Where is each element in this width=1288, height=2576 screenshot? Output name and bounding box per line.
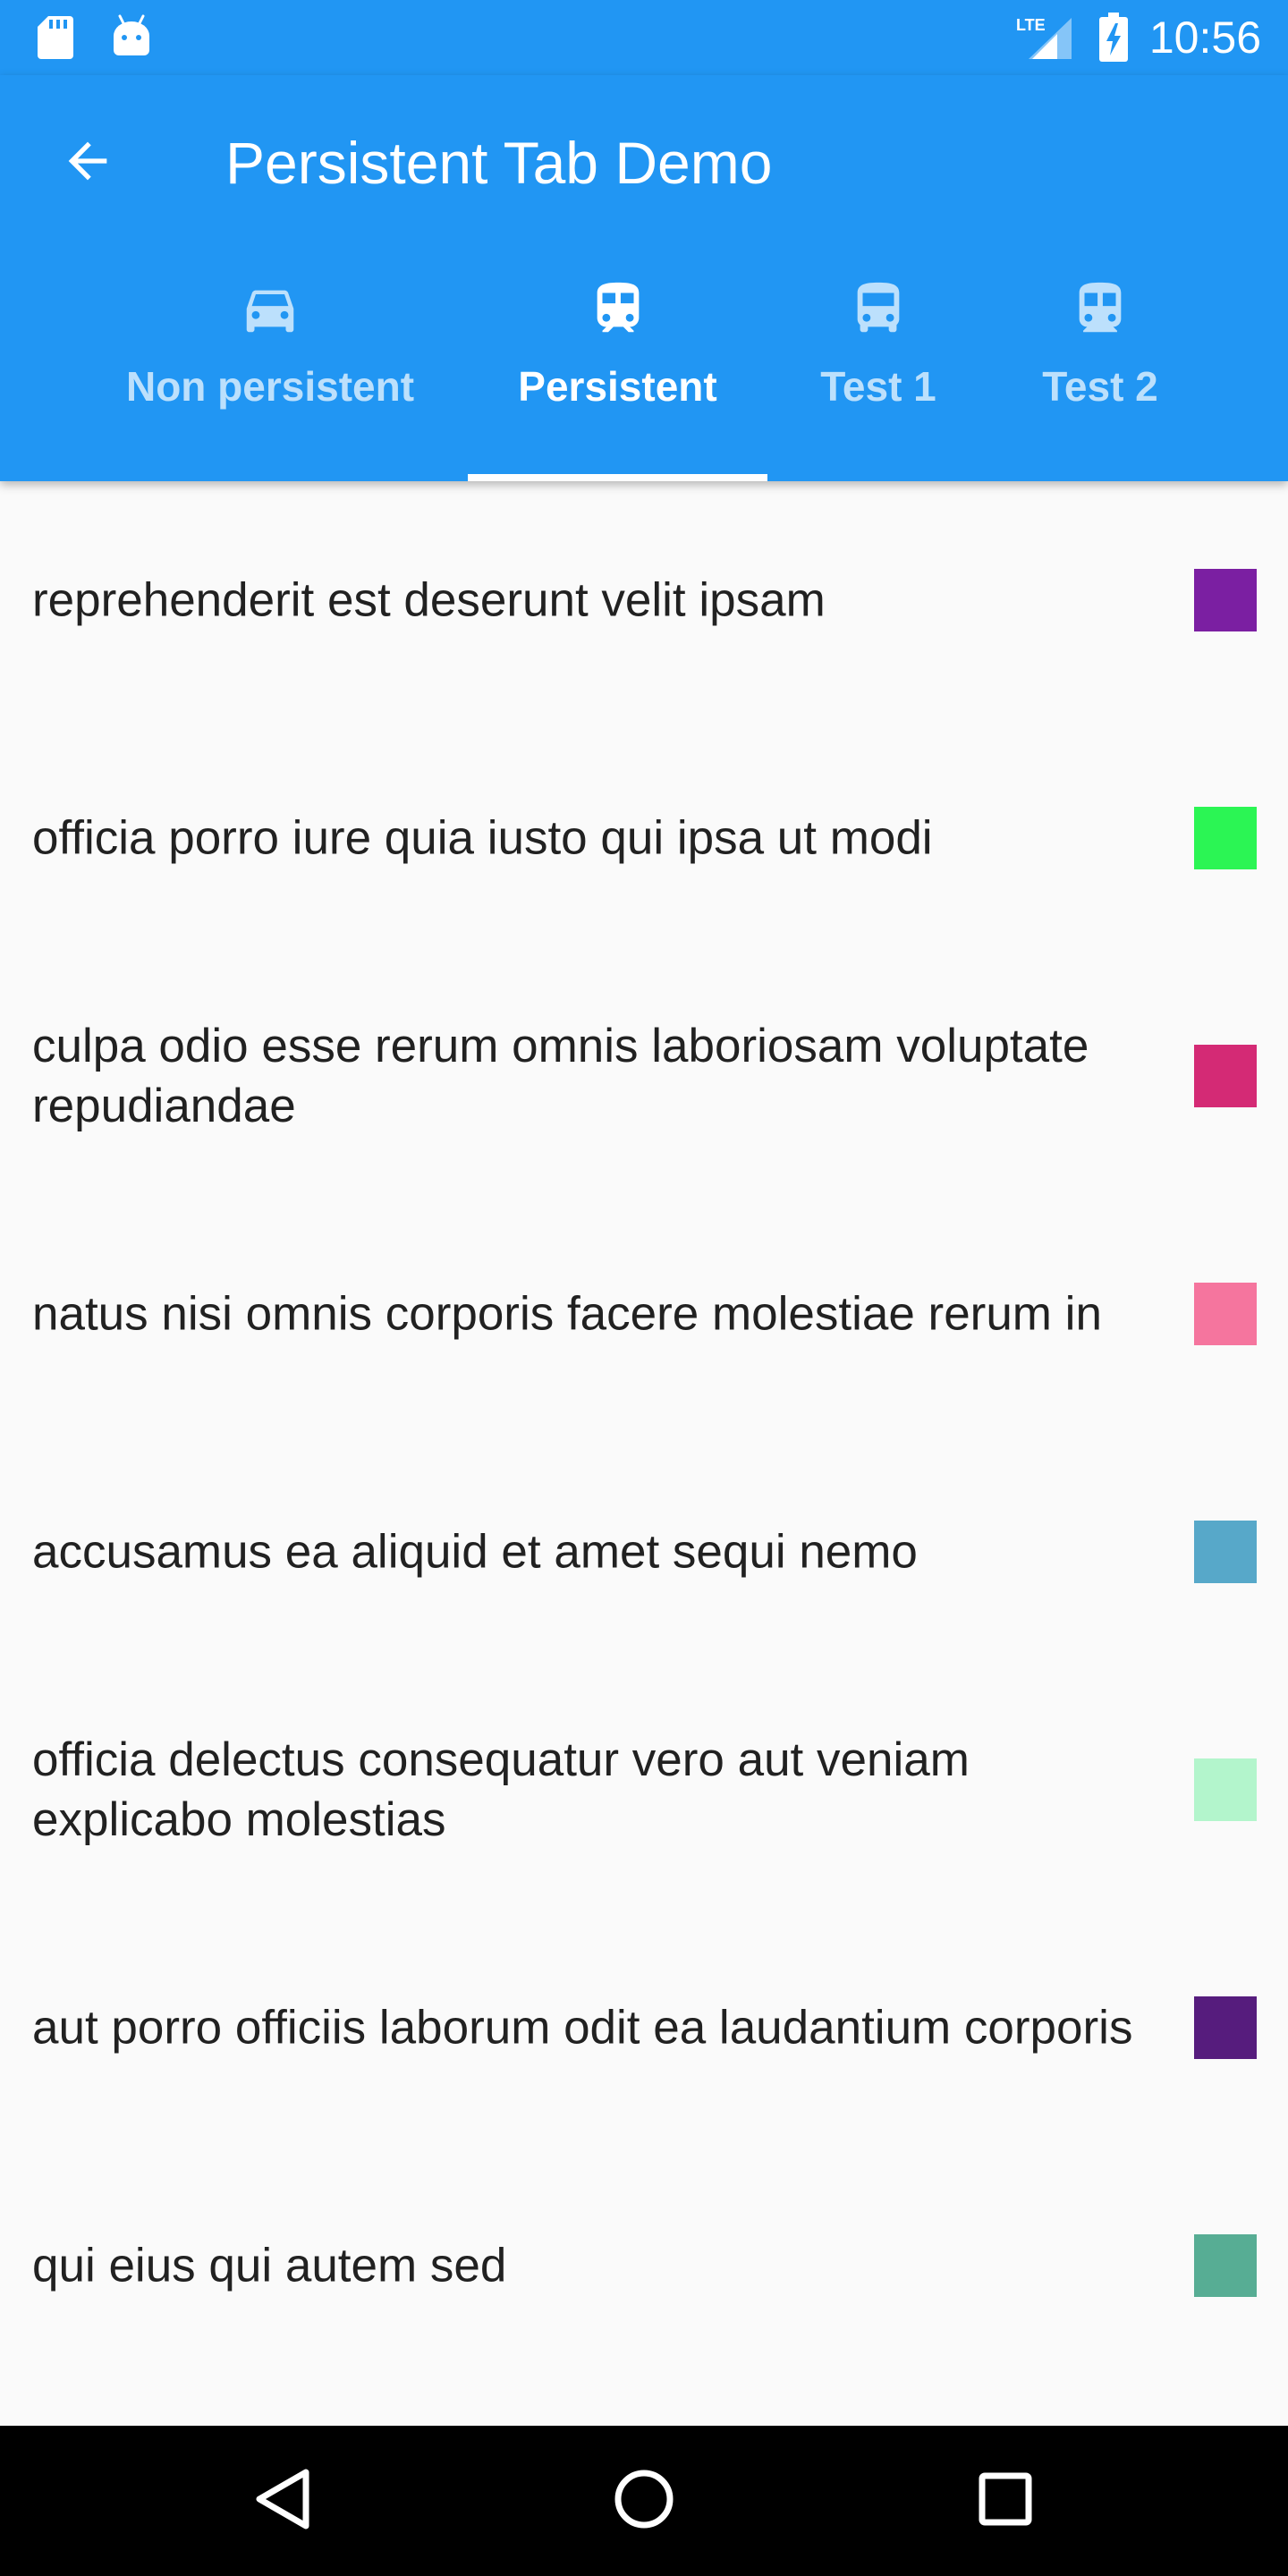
color-swatch	[1194, 1758, 1257, 1821]
battery-charging-icon	[1098, 13, 1129, 67]
svg-text:LTE: LTE	[1016, 16, 1046, 34]
list-item-text: culpa odio esse rerum omnis laboriosam v…	[32, 1020, 1089, 1132]
home-circle-icon	[613, 2468, 675, 2535]
tab-label: Test 2	[1042, 363, 1158, 410]
lte-signal-icon: LTE	[1014, 14, 1073, 65]
list-item[interactable]: accusamus ea aliquid et amet sequi nemo	[0, 1433, 1288, 1671]
app-bar: Persistent Tab Demo Non persistent Persi…	[0, 75, 1288, 481]
navigation-bar	[0, 2426, 1288, 2576]
list-item[interactable]: culpa odio esse rerum omnis laboriosam v…	[0, 957, 1288, 1195]
tab-label: Non persistent	[125, 363, 415, 410]
subway-icon	[1069, 277, 1131, 340]
color-swatch	[1194, 1996, 1257, 2059]
recents-square-icon	[978, 2471, 1033, 2531]
car-icon	[239, 277, 301, 340]
color-swatch	[1194, 569, 1257, 631]
train-icon	[587, 277, 649, 340]
list-item-text: reprehenderit est deserunt velit ipsam	[32, 573, 826, 627]
tab-label: Persistent	[518, 363, 717, 410]
color-swatch	[1194, 807, 1257, 869]
tram-icon	[847, 277, 910, 340]
list-item-text: officia delectus consequatur vero aut ve…	[32, 1733, 970, 1846]
tab-persistent[interactable]: Persistent	[468, 218, 767, 481]
tab-non-persistent[interactable]: Non persistent	[111, 218, 429, 481]
nav-recents-button[interactable]	[930, 2426, 1080, 2576]
screen: LTE 10:56 Persistent Tab Demo Non persis…	[0, 0, 1288, 2576]
tab-indicator	[468, 474, 767, 481]
page-title: Persistent Tab Demo	[225, 130, 773, 196]
list-item[interactable]: aut porro officiis laborum odit ea lauda…	[0, 1909, 1288, 2147]
status-time: 10:56	[1148, 13, 1261, 63]
list-item[interactable]: natus nisi omnis corporis facere molesti…	[0, 1195, 1288, 1433]
sd-card-icon	[36, 14, 75, 65]
back-triangle-icon	[254, 2468, 311, 2535]
item-list[interactable]: reprehenderit est deserunt velit ipsam o…	[0, 481, 1288, 2426]
list-item[interactable]: officia delectus consequatur vero aut ve…	[0, 1671, 1288, 1909]
tab-label: Test 1	[820, 363, 936, 410]
list-item-text: accusamus ea aliquid et amet sequi nemo	[32, 1525, 918, 1579]
list-item-text: aut porro officiis laborum odit ea lauda…	[32, 2001, 1133, 2055]
color-swatch	[1194, 2234, 1257, 2297]
android-icon	[111, 13, 152, 62]
nav-back-button[interactable]	[208, 2426, 358, 2576]
tab-test-2[interactable]: Test 2	[1011, 218, 1190, 481]
color-swatch	[1194, 1521, 1257, 1583]
arrow-back-icon	[59, 132, 116, 194]
status-bar: LTE 10:56	[0, 0, 1288, 75]
nav-home-button[interactable]	[569, 2426, 719, 2576]
color-swatch	[1194, 1045, 1257, 1107]
back-button[interactable]	[45, 120, 131, 206]
list-item[interactable]: reprehenderit est deserunt velit ipsam	[0, 481, 1288, 719]
list-item-text: natus nisi omnis corporis facere molesti…	[32, 1287, 1102, 1341]
color-swatch	[1194, 1283, 1257, 1345]
list-item[interactable]: officia porro iure quia iusto qui ipsa u…	[0, 719, 1288, 957]
list-item-text: qui eius qui autem sed	[32, 2239, 507, 2292]
list-item-text: officia porro iure quia iusto qui ipsa u…	[32, 811, 933, 865]
list-item[interactable]: qui eius qui autem sed	[0, 2147, 1288, 2385]
tab-test-1[interactable]: Test 1	[791, 218, 966, 481]
